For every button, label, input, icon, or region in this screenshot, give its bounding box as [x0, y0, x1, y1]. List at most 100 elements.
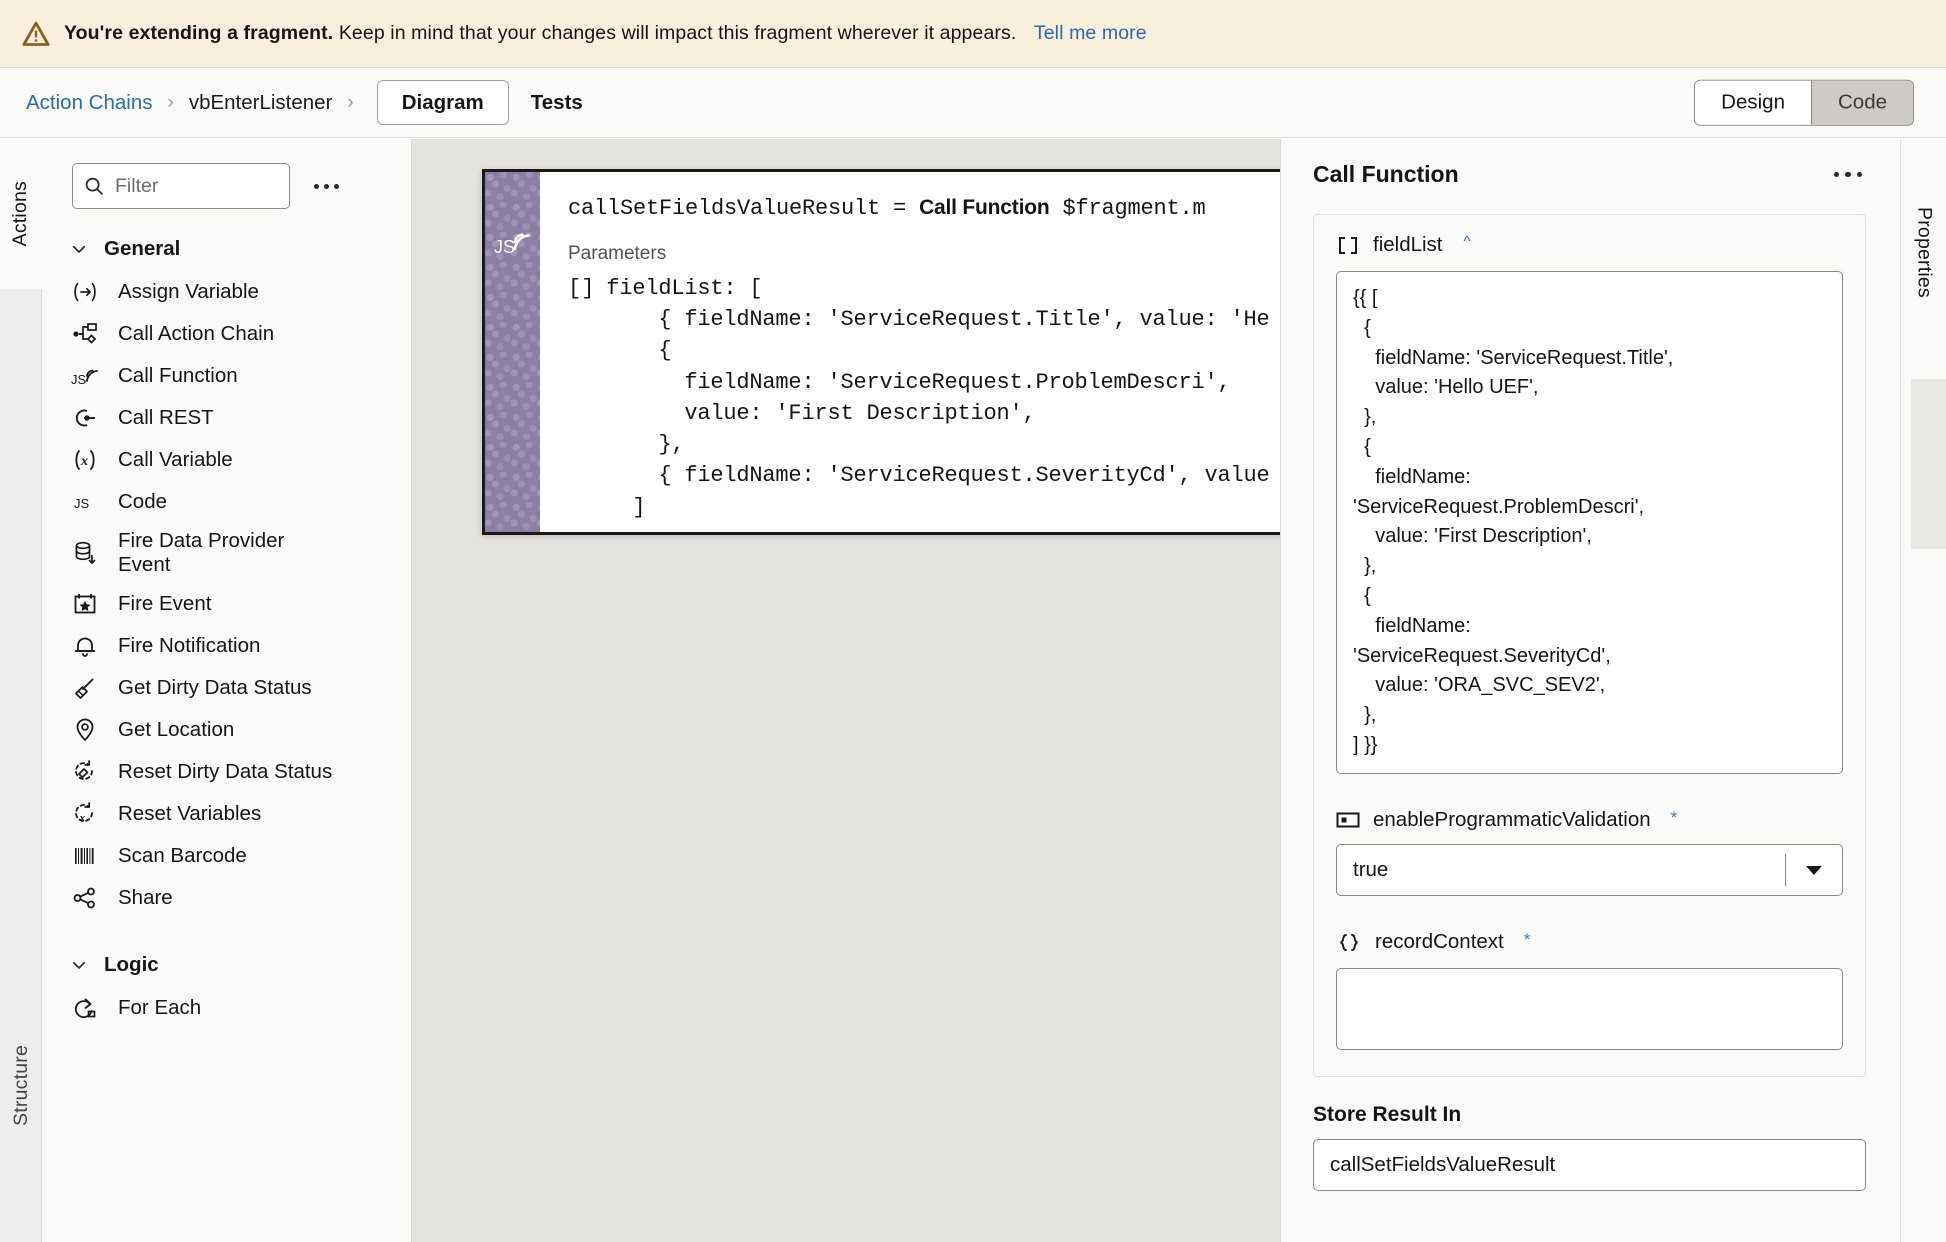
chevron-down-icon — [72, 245, 86, 253]
palette-item-label: Reset Dirty Data Status — [118, 760, 333, 784]
js-code-icon: JS — [70, 491, 100, 513]
field-epv-label-row: enableProgrammaticValidation * — [1336, 808, 1843, 834]
palette-item-fire-notification[interactable]: Fire Notification — [42, 625, 411, 667]
rail-tab-properties[interactable]: Properties — [1901, 157, 1946, 347]
palette-item-for-each[interactable]: For Each — [42, 987, 411, 1029]
node-parameter-fieldlist: [] fieldList: [ { fieldName: 'ServiceReq… — [568, 273, 1339, 523]
call-rest-icon — [70, 406, 100, 430]
breadcrumb-current: vbEnterListener — [188, 90, 333, 114]
field-record-context: recordContext * — [1336, 930, 1843, 1050]
banner-message-rest: Keep in mind that your changes will impa… — [338, 22, 1017, 44]
properties-header: Call Function — [1281, 139, 1900, 188]
assign-variable-icon — [70, 281, 100, 303]
rail-tab-actions[interactable]: Actions — [0, 139, 42, 289]
palette-item-label: Assign Variable — [118, 279, 259, 303]
boolean-type-icon — [1336, 811, 1360, 834]
palette-item-reset-variables[interactable]: x Reset Variables — [42, 793, 411, 835]
palette-item-reset-dirty-data-status[interactable]: Reset Dirty Data Status — [42, 751, 411, 793]
palette-toolbar — [42, 139, 411, 209]
app-root: You're extending a fragment. Keep in min… — [0, 0, 1946, 1242]
design-code-toggle: Design Code — [1694, 79, 1914, 126]
palette-item-fire-event[interactable]: Fire Event — [42, 583, 411, 625]
top-toolbar: Action Chains › vbEnterListener › Diagra… — [0, 68, 1946, 138]
bell-icon — [70, 634, 100, 658]
palette-item-label: Call Action Chain — [118, 321, 275, 345]
palette-item-scan-barcode[interactable]: Scan Barcode — [42, 835, 411, 877]
palette-item-label: Fire Event — [118, 592, 212, 616]
palette-item-fire-data-provider-event[interactable]: Fire Data Provider Event — [42, 523, 411, 583]
breadcrumb: Action Chains › vbEnterListener › Diagra… — [0, 79, 587, 126]
filter-field[interactable] — [72, 163, 290, 209]
palette-overflow-menu-icon[interactable] — [306, 166, 346, 206]
properties-title: Call Function — [1313, 161, 1459, 187]
barcode-icon — [70, 845, 100, 867]
toggle-code-button[interactable]: Code — [1811, 80, 1913, 125]
filter-input[interactable] — [115, 174, 279, 198]
parameters-card: fieldList ^ {{ [ { fieldName: 'ServiceRe… — [1313, 214, 1866, 1077]
node-body: callSetFieldsValueResult = Call Function… — [540, 172, 1339, 532]
properties-overflow-menu-icon[interactable] — [1826, 164, 1871, 186]
call-function-js-icon: JS — [493, 220, 533, 263]
palette-item-share[interactable]: Share — [42, 877, 411, 919]
breadcrumb-separator-icon: › — [167, 92, 174, 113]
palette-item-code[interactable]: JS Code — [42, 481, 411, 523]
svg-text:x: x — [80, 454, 88, 469]
tab-tests[interactable]: Tests — [527, 81, 587, 125]
store-result-section: Store Result In callSetFieldsValueResult — [1313, 1103, 1866, 1191]
field-fieldlist-name: fieldList — [1373, 233, 1443, 256]
array-type-icon: [] — [568, 276, 595, 301]
node-title-suffix: $fragment.m — [1049, 196, 1206, 221]
fragment-warning-banner: You're extending a fragment. Keep in min… — [0, 0, 1946, 68]
rail-collapsed-block — [1911, 379, 1946, 549]
rail-tab-structure-label: Structure — [9, 1044, 32, 1126]
field-recordcontext-name: recordContext — [1375, 929, 1504, 953]
diagram-canvas[interactable]: JS callSetFieldsValueResult = Call Funct… — [412, 139, 1342, 1242]
palette-group-logic-header[interactable]: Logic — [42, 919, 411, 985]
palette-item-call-action-chain[interactable]: Call Action Chain — [42, 313, 411, 355]
palette-group-general-header[interactable]: General — [42, 209, 411, 269]
reset-variables-icon: x — [70, 801, 100, 827]
palette-item-assign-variable[interactable]: Assign Variable — [42, 271, 411, 313]
breadcrumb-action-chains[interactable]: Action Chains — [26, 91, 152, 115]
warning-triangle-icon — [22, 21, 50, 46]
action-node-call-function[interactable]: JS callSetFieldsValueResult = Call Funct… — [482, 169, 1342, 535]
palette-item-label: Reset Variables — [118, 802, 262, 826]
required-asterisk: * — [1670, 807, 1678, 827]
palette-group-general-label: General — [104, 237, 181, 260]
palette-item-label: Fire Notification — [118, 634, 261, 658]
reset-broom-icon — [70, 759, 100, 785]
palette-item-call-rest[interactable]: Call REST — [42, 397, 411, 439]
node-title-strong: Call Function — [919, 196, 1050, 219]
store-result-input[interactable]: callSetFieldsValueResult — [1313, 1138, 1866, 1191]
palette-item-label: Call Variable — [118, 447, 233, 471]
field-epv-name: enableProgrammaticValidation — [1373, 807, 1651, 831]
field-fieldlist-value[interactable]: {{ [ { fieldName: 'ServiceRequest.Title'… — [1336, 271, 1843, 774]
svg-text:x: x — [79, 812, 86, 824]
store-result-label: Store Result In — [1313, 1102, 1462, 1126]
rail-tab-structure[interactable]: Structure — [0, 1000, 42, 1170]
palette-item-label: Code — [118, 489, 168, 513]
tab-diagram[interactable]: Diagram — [376, 79, 509, 126]
call-function-js-icon: JS — [70, 364, 100, 388]
palette-item-label: For Each — [118, 996, 202, 1020]
broom-icon — [70, 676, 100, 700]
left-rail: Actions Structure — [0, 139, 42, 1242]
palette-item-call-function[interactable]: JS Call Function — [42, 355, 411, 397]
call-action-chain-icon — [70, 322, 100, 346]
field-recordcontext-label-row: recordContext * — [1336, 930, 1843, 958]
toggle-design-button[interactable]: Design — [1695, 80, 1811, 125]
tell-me-more-link[interactable]: Tell me more — [1034, 22, 1147, 44]
search-icon — [85, 177, 103, 195]
field-epv-select[interactable]: true — [1336, 843, 1843, 896]
node-title: callSetFieldsValueResult = Call Function… — [568, 196, 1339, 221]
palette-item-get-location[interactable]: Get Location — [42, 709, 411, 751]
chevron-down-icon[interactable] — [1786, 863, 1842, 877]
palette-item-get-dirty-data-status[interactable]: Get Dirty Data Status — [42, 667, 411, 709]
field-recordcontext-input[interactable] — [1336, 967, 1843, 1050]
palette-item-call-variable[interactable]: x Call Variable — [42, 439, 411, 481]
field-epv-value: true — [1353, 857, 1389, 881]
call-variable-icon: x — [70, 448, 100, 472]
share-icon — [70, 886, 100, 910]
palette-item-label: Scan Barcode — [118, 844, 247, 868]
banner-message: You're extending a fragment. Keep in min… — [64, 22, 1147, 45]
